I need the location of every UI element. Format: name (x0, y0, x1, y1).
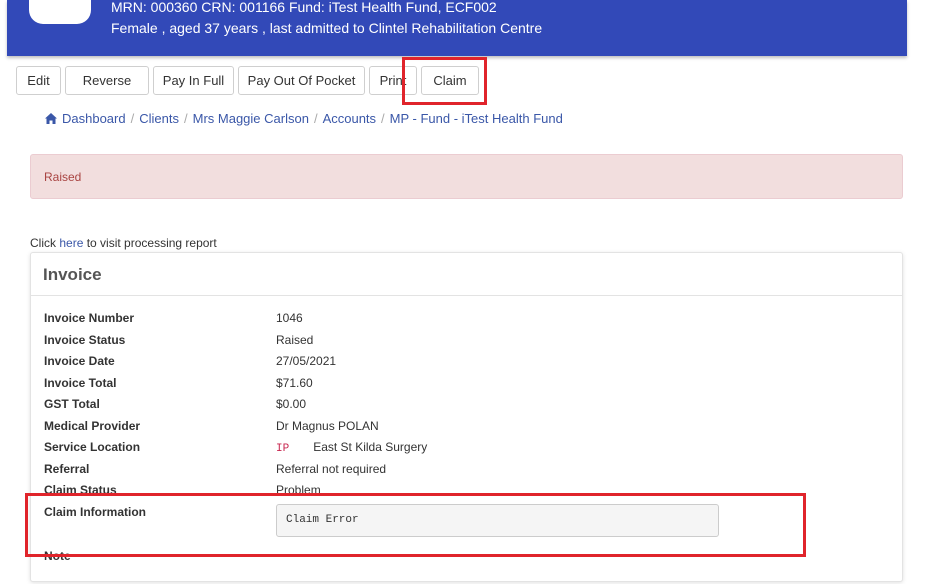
breadcrumb-separator: / (381, 111, 385, 126)
gst-total-label: GST Total (44, 397, 100, 411)
patient-header: MRN: 000360 CRN: 001166 Fund: iTest Heal… (7, 0, 907, 56)
medical-provider-label: Medical Provider (44, 419, 141, 433)
breadcrumb-current-account[interactable]: MP - Fund - iTest Health Fund (390, 111, 563, 126)
location-type-tag: IP (276, 443, 290, 455)
invoice-status-label: Invoice Status (44, 333, 126, 347)
invoice-date-label: Invoice Date (44, 354, 115, 368)
invoice-total-value: $71.60 (276, 376, 313, 390)
service-location-label: Service Location (44, 440, 141, 454)
invoice-total-label: Invoice Total (44, 376, 117, 390)
report-suffix: to visit processing report (83, 236, 217, 250)
patient-identifiers: MRN: 000360 CRN: 001166 Fund: iTest Heal… (111, 0, 497, 15)
referral-value: Referral not required (276, 462, 387, 476)
claim-button[interactable]: Claim (421, 66, 479, 95)
report-prefix: Click (30, 236, 60, 250)
referral-label: Referral (44, 462, 90, 476)
service-location-name: East St Kilda Surgery (313, 440, 428, 454)
invoice-status-value: Raised (276, 333, 314, 347)
pay-out-of-pocket-button[interactable]: Pay Out Of Pocket (238, 66, 365, 95)
patient-summary: Female , aged 37 years , last admitted t… (111, 20, 543, 36)
edit-button[interactable]: Edit (16, 66, 61, 95)
processing-report-link[interactable]: here (59, 236, 83, 250)
invoice-number-label: Invoice Number (44, 311, 135, 325)
processing-report-note: Click here to visit processing report (30, 236, 217, 250)
breadcrumb-separator: / (183, 111, 188, 126)
print-button[interactable]: Print (369, 66, 417, 95)
reverse-button[interactable]: Reverse (65, 66, 149, 95)
claim-information-label: Claim Information (44, 505, 147, 519)
breadcrumb-separator: / (130, 111, 135, 126)
home-icon (45, 113, 57, 124)
gst-total-value: $0.00 (276, 397, 307, 411)
status-alert: Raised (30, 154, 903, 199)
breadcrumb-clients[interactable]: Clients (139, 111, 179, 126)
invoice-number-value: 1046 (276, 311, 303, 325)
claim-information-box: Claim Error (276, 504, 719, 537)
service-location-value: IP East St Kilda Surgery (276, 440, 427, 455)
claim-status-label: Claim Status (44, 483, 117, 497)
breadcrumb: Dashboard / Clients / Mrs Maggie Carlson / Acc… (45, 111, 563, 126)
breadcrumb-client[interactable]: Mrs Maggie Carlson (193, 111, 309, 126)
status-alert-text: Raised (44, 170, 82, 184)
invoice-panel-title: Invoice (43, 265, 102, 284)
invoice-date-value: 27/05/2021 (276, 354, 337, 368)
avatar (29, 0, 91, 24)
breadcrumb-dashboard[interactable]: Dashboard (62, 111, 126, 126)
note-label: Note (44, 549, 71, 563)
invoice-panel: Invoice Invoice Number 1046 Invoice Stat… (30, 252, 903, 582)
pay-in-full-button[interactable]: Pay In Full (153, 66, 234, 95)
breadcrumb-separator: / (313, 111, 318, 126)
panel-divider (31, 295, 902, 296)
medical-provider-value: Dr Magnus POLAN (276, 419, 379, 433)
breadcrumb-accounts[interactable]: Accounts (323, 111, 376, 126)
claim-status-value: Problem (276, 483, 321, 497)
